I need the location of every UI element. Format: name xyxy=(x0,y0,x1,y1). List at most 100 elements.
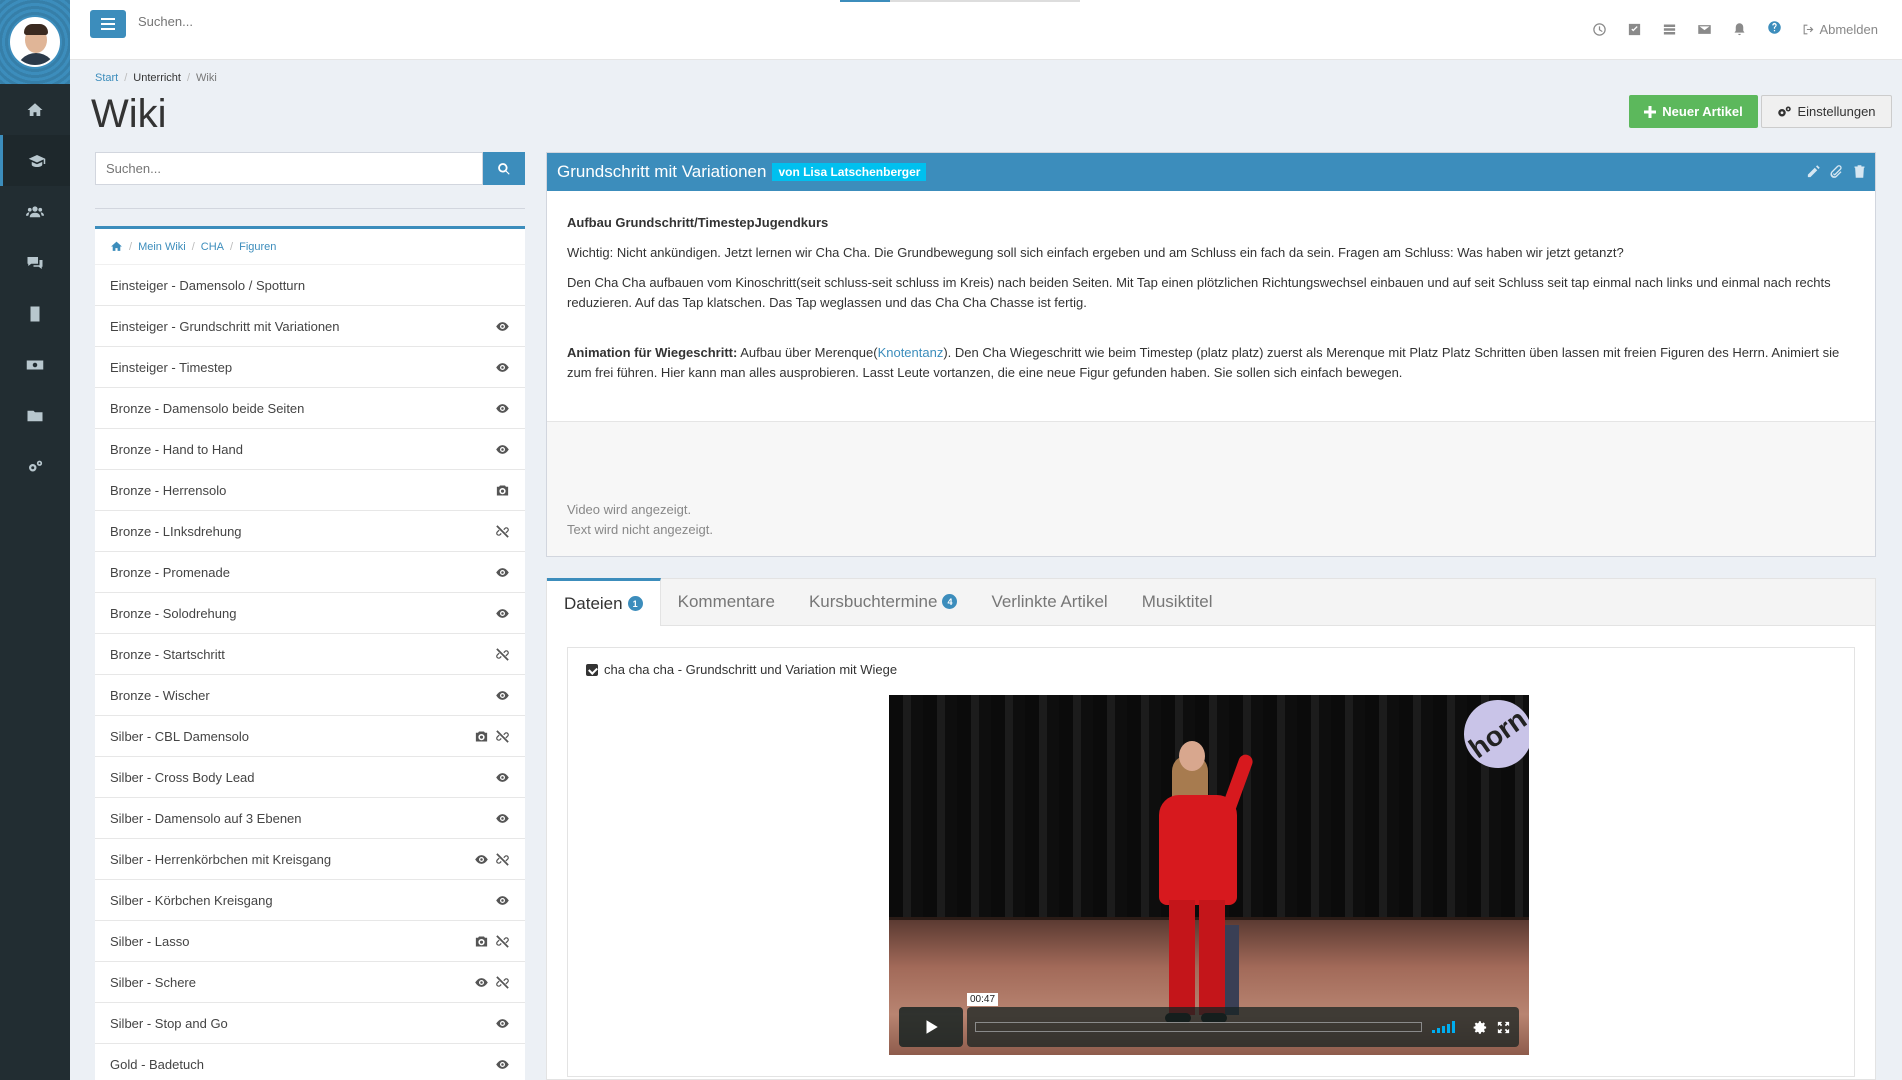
sidebar-item-users[interactable] xyxy=(0,186,70,237)
tab-label: Musiktitel xyxy=(1141,591,1213,611)
volume-icon[interactable] xyxy=(1432,1021,1455,1033)
list-item[interactable]: Silber - Herrenkörbchen mit Kreisgang xyxy=(95,839,525,880)
home-icon[interactable] xyxy=(110,240,123,253)
list-item[interactable]: Einsteiger - Timestep xyxy=(95,347,525,388)
sidebar-item-settings[interactable] xyxy=(0,441,70,492)
sidebar-item-book[interactable] xyxy=(0,288,70,339)
list-item[interactable]: Silber - Schere xyxy=(95,962,525,1003)
envelope-icon[interactable] xyxy=(1697,22,1712,37)
trash-icon[interactable] xyxy=(1852,164,1867,179)
tree-crumb-figuren[interactable]: Figuren xyxy=(239,241,276,253)
eye-icon xyxy=(496,895,509,905)
hamburger-icon xyxy=(101,18,115,30)
tab-verlinkte-artikel[interactable]: Verlinkte Artikel xyxy=(974,578,1124,625)
breadcrumb-unterricht[interactable]: Unterricht xyxy=(133,72,181,84)
knotentanz-link[interactable]: Knotentanz xyxy=(878,345,944,360)
file-title-label[interactable]: cha cha cha - Grundschritt und Variation… xyxy=(604,662,897,677)
camera-icon xyxy=(475,936,488,946)
bell-icon[interactable] xyxy=(1732,22,1747,37)
eye-icon xyxy=(475,977,488,987)
video-progress[interactable] xyxy=(975,1022,1422,1032)
article-heading: Aufbau Grundschritt/TimestepJugendkurs xyxy=(567,215,829,230)
fullscreen-icon[interactable] xyxy=(1496,1020,1511,1035)
unlink-icon xyxy=(496,934,509,948)
list-item[interactable]: Bronze - Solodrehung xyxy=(95,593,525,634)
avatar[interactable] xyxy=(10,17,60,67)
list-item[interactable]: Bronze - Wischer xyxy=(95,675,525,716)
list-item[interactable]: Einsteiger - Grundschritt mit Variatione… xyxy=(95,306,525,347)
help-icon[interactable] xyxy=(1767,20,1782,35)
eye-icon xyxy=(496,772,509,782)
tab-dateien[interactable]: Dateien 1 xyxy=(547,578,661,626)
list-item[interactable]: Bronze - LInksdrehung xyxy=(95,511,525,552)
new-article-button[interactable]: Neuer Artikel xyxy=(1629,95,1758,128)
list-item[interactable]: Bronze - Herrensolo xyxy=(95,470,525,511)
list-item[interactable]: Silber - CBL Damensolo xyxy=(95,716,525,757)
tab-musiktitel[interactable]: Musiktitel xyxy=(1125,578,1230,625)
tab-kursbuchtermine[interactable]: Kursbuchtermine 4 xyxy=(792,578,975,625)
list-item[interactable]: Silber - Lasso xyxy=(95,921,525,962)
search-icon xyxy=(498,162,510,175)
sidebar-item-money[interactable] xyxy=(0,339,70,390)
tabs-box: Dateien 1 Kommentare Kursbuchtermine 4 Verlin… xyxy=(546,578,1876,1080)
list-item[interactable]: Silber - Körbchen Kreisgang xyxy=(95,880,525,921)
clock-icon[interactable] xyxy=(1592,22,1607,37)
breadcrumb-start[interactable]: Start xyxy=(95,72,118,84)
list-item-label: Gold - Badetuch xyxy=(110,1056,204,1072)
sidebar-item-home[interactable] xyxy=(0,84,70,135)
tab-kommentare[interactable]: Kommentare xyxy=(661,578,792,625)
note-text: Text wird nicht angezeigt. xyxy=(567,522,713,537)
list-item-label: Silber - Stop and Go xyxy=(110,1015,228,1031)
divider xyxy=(95,208,525,209)
list-item[interactable]: Silber - Stop and Go xyxy=(95,1003,525,1044)
wiki-search-button[interactable] xyxy=(483,152,525,185)
unlink-icon xyxy=(496,647,509,661)
new-article-label: Neuer Artikel xyxy=(1662,104,1743,119)
video-controls: 00:47 xyxy=(899,993,1519,1047)
eye-icon xyxy=(496,1018,509,1028)
tree-crumb-mein-wiki[interactable]: Mein Wiki xyxy=(138,241,186,253)
settings-button[interactable]: Einstellungen xyxy=(1761,95,1892,128)
sidebar-item-comments[interactable] xyxy=(0,237,70,288)
tab-label: Kursbuchtermine xyxy=(808,591,938,611)
checkbox-icon[interactable] xyxy=(1627,22,1642,37)
article-paragraph-1: Wichtig: Nicht ankündigen. Jetzt lernen … xyxy=(567,245,1624,260)
video-player[interactable]: horn 00:47 xyxy=(889,695,1529,1055)
list-item-label: Einsteiger - Grundschritt mit Variatione… xyxy=(110,318,340,334)
top-search-input[interactable] xyxy=(138,14,438,29)
list-item[interactable]: Bronze - Promenade xyxy=(95,552,525,593)
paperclip-icon[interactable] xyxy=(1829,164,1844,179)
wiki-search xyxy=(95,152,525,185)
list-item[interactable]: Einsteiger - Damensolo / Spotturn xyxy=(95,265,525,306)
camera-icon xyxy=(475,731,488,741)
wiki-search-input[interactable] xyxy=(95,152,483,185)
list-item[interactable]: Bronze - Hand to Hand xyxy=(95,429,525,470)
list-item-label: Silber - Cross Body Lead xyxy=(110,769,255,785)
sidebar-item-folder[interactable] xyxy=(0,390,70,441)
play-button[interactable] xyxy=(899,1007,963,1047)
sidebar-item-unterricht[interactable] xyxy=(0,135,70,186)
menu-toggle-button[interactable] xyxy=(90,10,126,38)
list-item[interactable]: Bronze - Damensolo beide Seiten xyxy=(95,388,525,429)
tree-crumb-cha[interactable]: CHA xyxy=(201,241,224,253)
gear-icon[interactable] xyxy=(1473,1020,1488,1035)
pencil-icon[interactable] xyxy=(1806,164,1821,179)
list-item[interactable]: Bronze - Startschritt xyxy=(95,634,525,675)
tree-breadcrumb: / Mein Wiki / CHA / Figuren xyxy=(95,229,525,265)
list-item-label: Bronze - Hand to Hand xyxy=(110,441,243,457)
eye-icon xyxy=(496,444,509,454)
list-item-label: Bronze - Herrensolo xyxy=(110,482,227,498)
unlink-icon xyxy=(496,852,509,866)
article-title: Grundschritt mit Variationen xyxy=(557,162,767,181)
list-icon[interactable] xyxy=(1662,22,1677,37)
list-item-label: Bronze - Startschritt xyxy=(110,646,225,662)
logout-link[interactable]: Abmelden xyxy=(1802,22,1878,37)
cogs-icon xyxy=(29,460,43,471)
list-item[interactable]: Silber - Cross Body Lead xyxy=(95,757,525,798)
list-item[interactable]: Silber - Damensolo auf 3 Ebenen xyxy=(95,798,525,839)
article-paragraph-3: Animation für Wiegeschritt: Aufbau über … xyxy=(567,345,1840,380)
list-item[interactable]: Gold - Badetuch xyxy=(95,1044,525,1080)
topbar: Abmelden xyxy=(70,0,1902,60)
list-item-label: Einsteiger - Damensolo / Spotturn xyxy=(110,277,306,293)
camera-icon xyxy=(496,485,509,495)
